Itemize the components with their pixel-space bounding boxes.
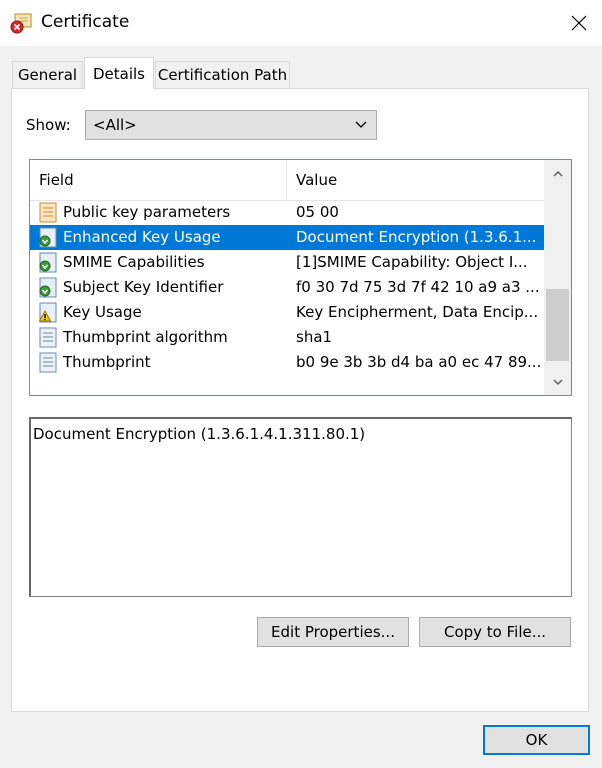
chevron-up-icon <box>552 170 563 177</box>
tab-certification-path[interactable]: Certification Path <box>155 61 290 88</box>
chevron-down-icon <box>355 121 367 128</box>
field-value: b0 9e 3b 3b d4 ba a0 ec 47 89... <box>296 353 542 371</box>
tab-general[interactable]: General <box>12 61 83 88</box>
ok-button[interactable]: OK <box>483 725 590 755</box>
field-value: 05 00 <box>296 203 339 221</box>
column-header-value[interactable]: Value <box>296 171 337 189</box>
show-dropdown[interactable]: <All> <box>85 110 377 140</box>
document-icon <box>39 327 57 348</box>
list-item-selected[interactable]: Enhanced Key Usage Document Encryption (… <box>30 225 544 250</box>
field-value: sha1 <box>296 328 333 346</box>
scroll-down-button[interactable] <box>544 368 571 395</box>
vertical-scrollbar[interactable] <box>544 160 571 395</box>
column-header-field[interactable]: Field <box>39 171 74 189</box>
title-bar: Certificate <box>0 0 602 46</box>
list-item[interactable]: Public key parameters 05 00 <box>30 200 544 225</box>
scroll-up-button[interactable] <box>544 160 571 187</box>
fields-list[interactable]: Field Value Public key parameters 05 00 … <box>29 159 572 396</box>
field-name: SMIME Capabilities <box>63 253 205 271</box>
list-item[interactable]: Subject Key Identifier f0 30 7d 75 3d 7f… <box>30 275 544 300</box>
field-value: f0 30 7d 75 3d 7f 42 10 a9 a3 ... <box>296 278 540 296</box>
tab-label: Certification Path <box>157 66 288 84</box>
tab-details[interactable]: Details <box>84 57 154 89</box>
list-item[interactable]: SMIME Capabilities [1]SMIME Capability: … <box>30 250 544 275</box>
field-value: Document Encryption (1.3.6.1... <box>296 228 537 246</box>
field-name: Key Usage <box>63 303 142 321</box>
list-item[interactable]: Thumbprint algorithm sha1 <box>30 325 544 350</box>
close-button[interactable] <box>556 0 602 46</box>
list-header: Field Value <box>30 160 545 201</box>
certificate-error-icon <box>10 13 32 34</box>
show-label: Show: <box>26 116 71 134</box>
window-title: Certificate <box>41 12 130 32</box>
warning-icon <box>38 302 57 323</box>
copy-to-file-button[interactable]: Copy to File... <box>419 617 571 647</box>
list-item[interactable]: Thumbprint b0 9e 3b 3b d4 ba a0 ec 47 89… <box>30 350 544 375</box>
field-name: Thumbprint <box>63 353 151 371</box>
field-name: Thumbprint algorithm <box>63 328 228 346</box>
chevron-down-icon <box>552 378 563 385</box>
detail-text: Document Encryption (1.3.6.1.4.1.311.80.… <box>33 425 366 443</box>
close-icon <box>571 15 587 31</box>
detail-textbox[interactable]: Document Encryption (1.3.6.1.4.1.311.80.… <box>29 417 572 597</box>
extension-icon <box>39 277 57 298</box>
edit-properties-button[interactable]: Edit Properties... <box>257 617 409 647</box>
document-icon <box>39 202 57 223</box>
document-icon <box>39 352 57 373</box>
tab-label: Details <box>92 64 145 83</box>
extension-icon <box>39 227 57 248</box>
show-dropdown-value: <All> <box>93 116 137 134</box>
extension-icon <box>39 252 57 273</box>
list-item[interactable]: Key Usage Key Encipherment, Data Encip..… <box>30 300 544 325</box>
tab-label: General <box>17 66 78 84</box>
field-name: Public key parameters <box>63 203 231 221</box>
scrollbar-thumb[interactable] <box>546 289 569 361</box>
field-value: Key Encipherment, Data Encip... <box>296 303 539 321</box>
column-separator[interactable] <box>286 160 287 200</box>
field-name: Enhanced Key Usage <box>63 228 221 246</box>
field-name: Subject Key Identifier <box>63 278 224 296</box>
field-value: [1]SMIME Capability: Object I... <box>296 253 528 271</box>
